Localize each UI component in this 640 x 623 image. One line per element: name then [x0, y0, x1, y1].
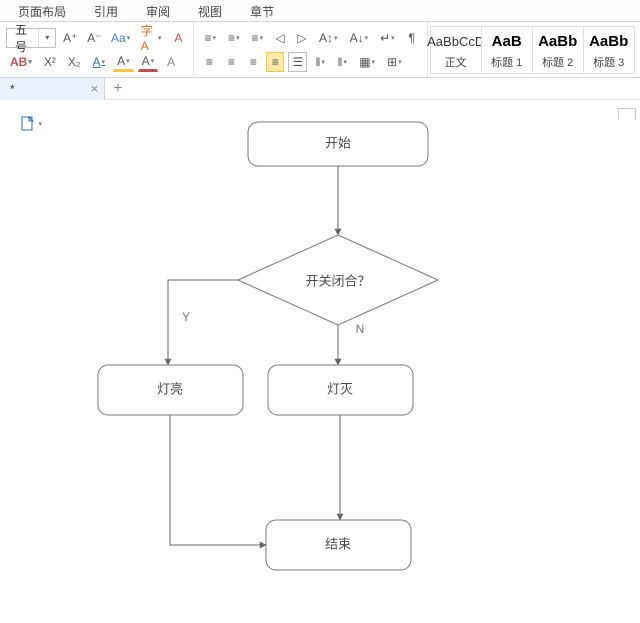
shading-button[interactable]: ▦▾ [355, 52, 379, 72]
close-tab-icon[interactable]: × [91, 81, 99, 96]
para-spacing-button[interactable]: ‖▾ [333, 52, 351, 72]
char-shading-button[interactable]: A▾ [138, 52, 159, 72]
flow-connector-yes [168, 280, 238, 365]
flow-decision-label: 开关闭合？ [305, 273, 370, 288]
align-right-button[interactable]: ≡ [244, 52, 262, 72]
chevron-down-icon: ▾ [37, 120, 42, 128]
style-normal[interactable]: AaBbCcD 正文 [430, 26, 482, 74]
font-color-button[interactable]: A▾ [89, 52, 110, 72]
align-justify-button[interactable]: ≡ [266, 52, 284, 72]
style-label: 标题 2 [542, 54, 573, 70]
flow-connector [170, 415, 266, 545]
bullets-button[interactable]: ≡▾ [200, 28, 220, 48]
style-preview: AaB [492, 30, 522, 54]
char-border-button[interactable]: A [162, 52, 180, 72]
font-size-combo[interactable]: 五号 ▾ [6, 28, 56, 48]
flow-no-label: N [356, 322, 365, 336]
multilevel-button[interactable]: ≡▾ [248, 28, 268, 48]
tab-view[interactable]: 视图 [184, 0, 236, 21]
menu-tab-bar: 页面布局 引用 审阅 视图 章节 [0, 0, 640, 22]
flowchart-diagram[interactable]: 开始 开关闭合？ Y N 灯亮 灯灭 结束 [48, 100, 608, 620]
show-marks-button[interactable]: ¶ [403, 28, 421, 48]
line-spacing-button[interactable]: ‖▾ [311, 52, 329, 72]
font-group: 五号 ▾ A⁺ A⁻ Aa▾ 字A▾ A AB▾ X² X₂ A▾ A▾ A▾ … [0, 22, 194, 77]
tab-page-layout[interactable]: 页面布局 [4, 0, 80, 21]
char-scale-button[interactable]: A↕▾ [315, 28, 342, 48]
change-case-button[interactable]: Aa▾ [108, 28, 132, 48]
flow-yes-label: Y [182, 310, 190, 324]
superscript-button[interactable]: X² [40, 52, 60, 72]
sort-button[interactable]: A↓▾ [346, 28, 373, 48]
align-left-button[interactable]: ≡ [200, 52, 218, 72]
styles-gallery: AaBbCcD 正文 AaB 标题 1 AaBb 标题 2 AaBb 标题 3 [428, 22, 637, 77]
add-tab-button[interactable]: + [105, 81, 130, 97]
clear-format-button[interactable]: A [169, 28, 187, 48]
document-tab-bar: * × + [0, 78, 640, 100]
document-tab[interactable]: * × [0, 78, 105, 100]
flow-off-label: 灯灭 [327, 381, 353, 396]
font-size-value: 五号 [7, 21, 38, 55]
style-heading1[interactable]: AaB 标题 1 [481, 26, 533, 74]
chevron-down-icon[interactable]: ▾ [38, 29, 55, 47]
tab-references[interactable]: 引用 [80, 0, 132, 21]
style-label: 标题 3 [593, 54, 624, 70]
grow-font-button[interactable]: A⁺ [60, 28, 80, 48]
style-heading2[interactable]: AaBb 标题 2 [532, 26, 584, 74]
style-heading3[interactable]: AaBb 标题 3 [583, 26, 635, 74]
ribbon: 五号 ▾ A⁺ A⁻ Aa▾ 字A▾ A AB▾ X² X₂ A▾ A▾ A▾ … [0, 22, 640, 78]
tab-review[interactable]: 审阅 [132, 0, 184, 21]
style-preview: AaBbCcD [427, 30, 484, 54]
flow-end-label: 结束 [325, 536, 351, 551]
tab-sections[interactable]: 章节 [236, 0, 288, 21]
paragraph-group: ≡▾ ≡▾ ≡▾ ◁ ▷ A↕▾ A↓▾ ↵▾ ¶ ≡ ≡ ≡ ≡ ☰ ‖▾ ‖… [194, 22, 427, 77]
style-preview: AaBb [589, 30, 628, 54]
document-tab-title: * [10, 82, 15, 96]
nav-doc-icon[interactable]: ▾ [21, 116, 42, 132]
flow-on-label: 灯亮 [157, 381, 183, 396]
style-label: 正文 [445, 54, 467, 70]
style-label: 标题 1 [491, 54, 522, 70]
subscript-button[interactable]: X₂ [64, 52, 85, 72]
flow-start-label: 开始 [325, 135, 351, 150]
text-highlight-button[interactable]: A▾ [113, 52, 134, 72]
document-canvas[interactable]: 开始 开关闭合？ Y N 灯亮 灯灭 结束 [48, 100, 640, 623]
distribute-button[interactable]: ☰ [288, 52, 307, 72]
indent-button[interactable]: ▷ [293, 28, 311, 48]
style-preview: AaBb [538, 30, 577, 54]
page-margin-marker [618, 108, 636, 120]
outdent-button[interactable]: ◁ [271, 28, 289, 48]
numbering-button[interactable]: ≡▾ [224, 28, 244, 48]
phonetic-guide-button[interactable]: 字A▾ [137, 28, 166, 48]
workspace: ▾ 开始 开关闭合？ Y N 灯亮 [0, 100, 640, 623]
navigation-pane: ▾ [0, 100, 48, 623]
borders-button[interactable]: ⊞▾ [383, 52, 406, 72]
highlight-button[interactable]: AB▾ [6, 52, 36, 72]
shrink-font-button[interactable]: A⁻ [84, 28, 104, 48]
linebreak-button[interactable]: ↵▾ [376, 28, 399, 48]
align-center-button[interactable]: ≡ [222, 52, 240, 72]
